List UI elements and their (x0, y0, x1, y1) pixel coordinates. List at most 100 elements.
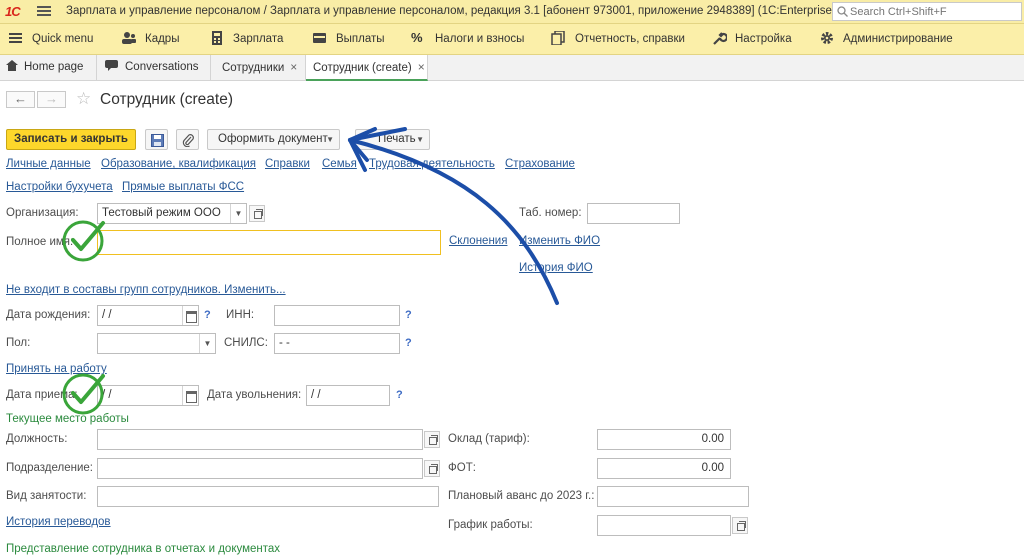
tab-home-page[interactable]: Home page (0, 55, 97, 81)
window-title: Зарплата и управление персоналом / Зарпл… (66, 5, 836, 17)
snils-field[interactable]: - - (274, 333, 400, 354)
chevron-down-icon[interactable]: ▼ (199, 334, 215, 353)
paperclip-icon (182, 134, 194, 147)
close-icon[interactable]: × (290, 60, 297, 74)
menu-label: Зарплата (233, 33, 284, 45)
position-label: Должность: (6, 433, 68, 445)
link-accounting-settings[interactable]: Настройки бухучета (6, 181, 113, 193)
calendar-icon[interactable] (182, 306, 198, 325)
birth-date-label: Дата рождения: (6, 309, 91, 321)
chat-icon (105, 60, 118, 71)
tab-conversations[interactable]: Conversations (97, 55, 211, 81)
advance-field[interactable] (597, 486, 749, 507)
organization-field[interactable]: Тестовый режим ООО ▼ (97, 203, 247, 224)
schedule-field[interactable] (597, 515, 731, 536)
home-icon (6, 60, 18, 71)
page-title: Сотрудник (create) (100, 91, 234, 108)
checkmark-annotation-icon (62, 373, 105, 415)
favorite-star-icon[interactable]: ☆ (76, 89, 91, 109)
fot-label: ФОТ: (448, 462, 476, 474)
snils-label: СНИЛС: (224, 337, 268, 349)
tab-label: Home page (24, 61, 84, 73)
save-and-close-button[interactable]: Записать и закрыть (6, 129, 136, 150)
title-bar: 1С Зарплата и управление персоналом / За… (0, 0, 1024, 24)
close-icon[interactable]: × (418, 60, 425, 74)
help-icon[interactable]: ? (204, 309, 211, 321)
birth-date-value: / / (102, 309, 112, 321)
link-education[interactable]: Образование, квалификация (101, 158, 256, 170)
arrow-annotation-icon (348, 127, 559, 305)
percent-icon: % (411, 29, 423, 45)
menu-quick-menu[interactable]: Quick menu (8, 24, 93, 54)
menu-vyplaty[interactable]: Выплаты (312, 24, 385, 54)
tab-sotrudnik-create[interactable]: Сотрудник (create) × (306, 55, 428, 81)
menu-kadry[interactable]: Кадры (121, 24, 179, 54)
app-logo[interactable]: 1С (5, 4, 21, 19)
calculator-icon (212, 30, 222, 45)
search-box[interactable] (832, 2, 1022, 21)
birth-date-field[interactable]: / / (97, 305, 199, 326)
menu-label: Кадры (145, 33, 180, 45)
search-icon (837, 6, 848, 17)
employment-type-label: Вид занятости: (6, 490, 87, 502)
back-button[interactable]: ← (6, 91, 35, 108)
open-windows-bar: Home page Conversations Сотрудники × Сотр… (0, 55, 1024, 81)
menu-label: Выплаты (336, 33, 385, 45)
checkmark-annotation-icon (62, 220, 105, 262)
chevron-down-icon[interactable]: ▼ (230, 204, 246, 223)
fire-date-label: Дата увольнения: (207, 389, 302, 401)
fire-date-field[interactable]: / / (306, 385, 390, 406)
department-field[interactable] (97, 458, 423, 479)
open-department-icon[interactable] (424, 460, 440, 477)
menu-label: Отчетность, справки (575, 33, 685, 45)
hamburger-icon (9, 32, 22, 43)
transfers-history-link[interactable]: История переводов (6, 516, 111, 528)
help-icon[interactable]: ? (396, 389, 403, 401)
salary-value: 0.00 (701, 433, 724, 445)
main-menu-icon[interactable] (37, 4, 51, 18)
inn-label: ИНН: (226, 309, 255, 321)
menu-nastroyka[interactable]: Настройка (711, 24, 792, 54)
link-personal-data[interactable]: Личные данные (6, 158, 91, 170)
wrench-icon (713, 32, 727, 45)
open-schedule-icon[interactable] (732, 517, 748, 534)
attach-button[interactable] (176, 129, 199, 150)
menu-label: Налоги и взносы (435, 33, 525, 45)
forward-button[interactable]: → (37, 91, 66, 108)
tab-label: Conversations (125, 61, 199, 73)
open-position-icon[interactable] (424, 431, 440, 448)
menu-otchetnost[interactable]: Отчетность, справки (551, 24, 685, 54)
fot-field[interactable]: 0.00 (597, 458, 731, 479)
presentation-heading: Представление сотрудника в отчетах и док… (6, 543, 281, 555)
issue-document-label: Оформить документ (218, 133, 328, 145)
wallet-icon (313, 32, 326, 43)
save-button[interactable] (145, 129, 168, 150)
snils-value: - - (279, 337, 290, 349)
help-icon[interactable]: ? (405, 337, 412, 349)
search-input[interactable] (850, 4, 1018, 19)
menu-nalogi[interactable]: % Налоги и взносы (411, 24, 524, 54)
salary-field[interactable]: 0.00 (597, 429, 731, 450)
groups-link[interactable]: Не входит в составы групп сотрудников. И… (6, 284, 286, 296)
department-label: Подразделение: (6, 462, 93, 474)
menu-label: Quick menu (32, 33, 94, 45)
tab-sotrudniki[interactable]: Сотрудники × (211, 55, 306, 81)
schedule-label: График работы: (448, 519, 533, 531)
employment-type-field[interactable] (97, 486, 439, 507)
position-field[interactable] (97, 429, 423, 450)
fot-value: 0.00 (701, 462, 724, 474)
gender-label: Пол: (6, 337, 31, 349)
menu-label: Настройка (735, 33, 792, 45)
menu-zarplata[interactable]: Зарплата (209, 24, 283, 54)
tab-label: Сотрудник (create) (313, 62, 412, 74)
tab-number-field[interactable] (587, 203, 680, 224)
link-certificates[interactable]: Справки (265, 158, 310, 170)
salary-label: Оклад (тариф): (448, 433, 530, 445)
hire-date-field[interactable]: / / (97, 385, 199, 406)
gender-field[interactable]: ▼ (97, 333, 216, 354)
open-organization-icon[interactable] (249, 205, 265, 222)
link-fss-payments[interactable]: Прямые выплаты ФСС (122, 181, 244, 193)
menu-administrirovanie[interactable]: Администрирование (819, 24, 953, 54)
calendar-icon[interactable] (182, 386, 198, 405)
gear-icon (821, 31, 833, 44)
